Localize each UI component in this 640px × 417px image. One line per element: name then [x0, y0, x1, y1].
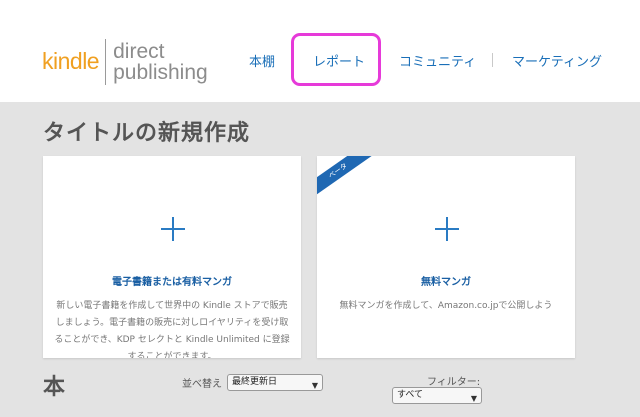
nav-marketing[interactable]: マーケティング: [512, 51, 602, 70]
sort-label: 並べ替え: [182, 379, 222, 390]
header: kindle direct publishing 本棚 レポート コミュニティ …: [0, 0, 640, 102]
sort-select-value: 最終更新日: [232, 377, 278, 387]
books-heading: 本: [43, 375, 66, 400]
free-comic-card-title[interactable]: 無料マンガ: [317, 273, 575, 288]
free-comic-card[interactable]: ベータ 無料マンガ 無料マンガを作成して、Amazon.co.jpで公開しよう: [317, 156, 575, 358]
create-title-heading: タイトルの新規作成: [43, 121, 251, 146]
ebook-card[interactable]: 電子書籍または有料マンガ 新しい電子書籍を作成して世界中の Kindle ストア…: [43, 156, 301, 358]
sort-select[interactable]: 最終更新日 ▼: [227, 374, 323, 391]
nav-bookshelf[interactable]: 本棚: [249, 51, 275, 70]
ebook-card-title[interactable]: 電子書籍または有料マンガ: [43, 273, 301, 288]
chevron-down-icon: ▼: [470, 394, 477, 403]
filter-select[interactable]: すべて ▼: [392, 387, 482, 404]
free-comic-card-description: 無料マンガを作成して、Amazon.co.jpで公開しよう: [339, 301, 553, 311]
filter-label: フィルター:: [427, 377, 481, 388]
filter-select-value: すべて: [397, 390, 424, 400]
ebook-card-description: 新しい電子書籍を作成して世界中の Kindle ストアで販売しましょう。電子書籍…: [54, 301, 290, 358]
nav-community[interactable]: コミュニティ: [399, 51, 476, 70]
nav-separator: [492, 53, 493, 67]
plus-icon[interactable]: [161, 217, 185, 241]
top-nav: 本棚 レポート コミュニティ マーケティング: [0, 0, 640, 102]
chevron-down-icon: ▼: [311, 381, 318, 390]
plus-icon[interactable]: [435, 217, 459, 241]
nav-reports[interactable]: レポート: [313, 51, 365, 70]
beta-badge: ベータ: [317, 156, 379, 203]
